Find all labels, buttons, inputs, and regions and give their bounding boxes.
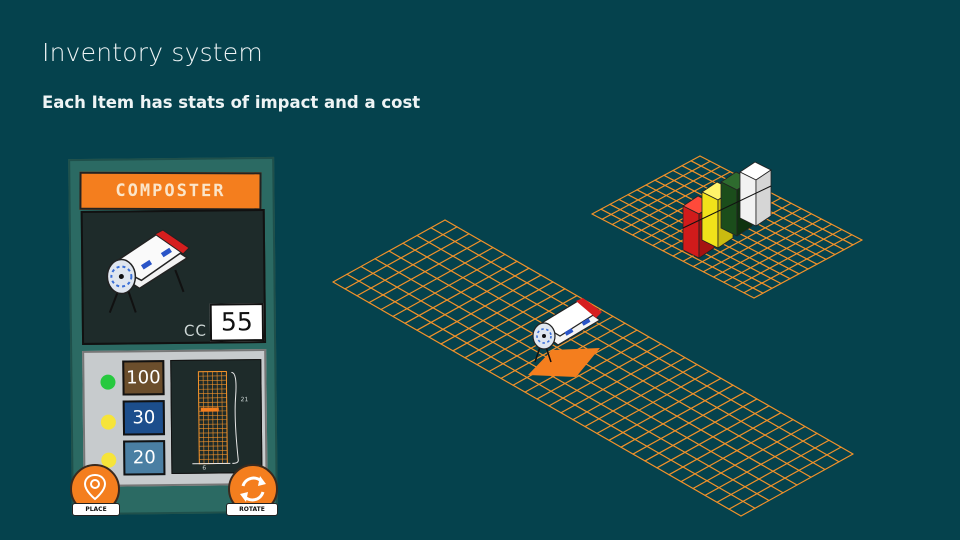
impact-bar-white bbox=[739, 161, 772, 227]
isometric-scene bbox=[332, 155, 863, 517]
front-grid-plot bbox=[332, 219, 854, 517]
